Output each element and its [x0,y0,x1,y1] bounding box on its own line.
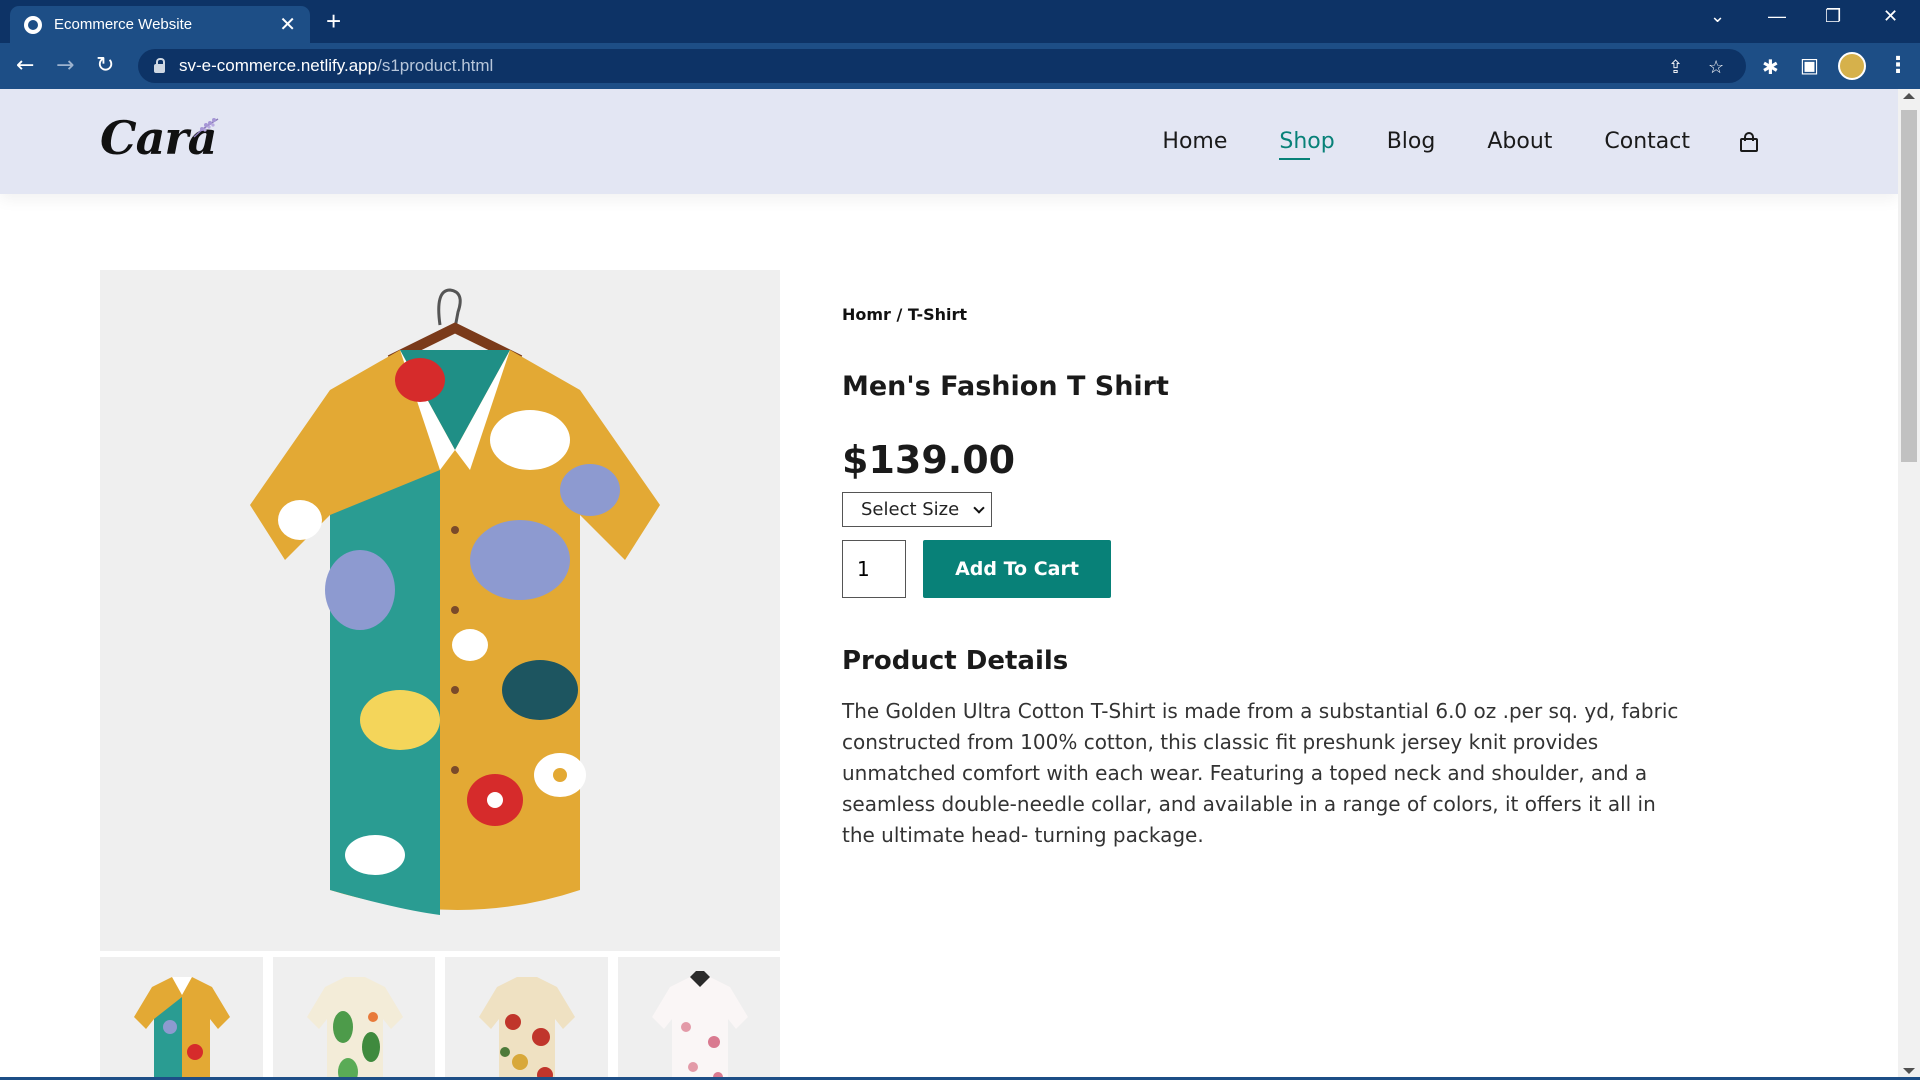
browser-tab[interactable]: Ecommerce Website ✕ [10,6,310,43]
product-details-heading: Product Details [842,646,1069,676]
globe-icon [24,15,42,34]
nav-contact[interactable]: Contact [1604,129,1690,154]
shopping-bag-icon[interactable] [1740,131,1758,152]
nav-blog[interactable]: Blog [1387,129,1436,154]
address-bar[interactable]: sv-e-commerce.netlify.app/s1product.html… [138,49,1746,83]
page-scrollbar[interactable] [1898,89,1920,1080]
thumbnail-red-floral-shirt[interactable] [445,957,608,1080]
product-description: The Golden Ultra Cotton T-Shirt is made … [842,699,1679,847]
reload-icon[interactable]: ↻ [96,53,114,79]
nav-shop[interactable]: Shop [1279,129,1335,160]
shirt-image [250,288,660,915]
back-arrow-icon[interactable]: ← [16,53,34,79]
browser-tab-bar: Ecommerce Website ✕ + ⌄ — ❐ ✕ [0,0,1920,43]
thumbnail-pink-floral-shirt[interactable] [617,957,780,1080]
cart-row: 1 Add To Cart [842,540,1702,598]
tab-search-icon[interactable]: ⌄ [1710,6,1725,27]
nav-about[interactable]: About [1487,129,1552,154]
browser-toolbar: ← → ↻ sv-e-commerce.netlify.app/s1produc… [0,43,1920,89]
close-tab-icon[interactable]: ✕ [279,15,296,35]
product-title: Men's Fashion T Shirt [842,371,1169,402]
tab-title: Ecommerce Website [54,16,193,33]
extensions-icon[interactable]: ✱ [1762,55,1779,79]
url-path: /s1product.html [377,56,494,75]
quantity-input[interactable]: 1 [842,540,906,598]
product-details: Homr / T-Shirt Men's Fashion T Shirt $13… [842,305,1702,851]
product-main-image [100,270,780,951]
share-icon[interactable]: ⇪ [1668,57,1683,78]
chevron-down-icon [973,501,985,514]
lock-icon [154,57,165,73]
thumbnail-colorful-shirt[interactable] [100,957,263,1080]
scroll-up-arrow-icon[interactable] [1903,93,1915,99]
close-window-button[interactable]: ✕ [1883,6,1898,27]
side-panel-icon[interactable]: ▣ [1800,53,1819,77]
size-select-value: Select Size [861,499,960,520]
page-viewport: Cara Home Shop Blog About Contact Homr /… [0,89,1898,1080]
scroll-down-arrow-icon[interactable] [1903,1068,1915,1074]
browser-menu-icon[interactable]: ⋮ [1887,53,1909,78]
thumbnail-strip [100,957,780,1080]
add-to-cart-button[interactable]: Add To Cart [923,540,1111,598]
product-price: $139.00 [842,438,1016,482]
star-icon[interactable]: ☆ [1708,57,1724,78]
lavender-sprig-icon [193,118,219,138]
thumbnail-green-leaf-shirt[interactable] [272,957,435,1080]
nav-home[interactable]: Home [1162,129,1227,154]
scrollbar-thumb[interactable] [1901,110,1917,462]
minimize-button[interactable]: — [1768,6,1786,27]
url-host: sv-e-commerce.netlify.app [179,56,378,75]
site-header: Cara Home Shop Blog About Contact [0,89,1898,194]
main-nav: Home Shop Blog About Contact [1110,89,1758,194]
profile-avatar[interactable] [1838,52,1866,80]
new-tab-button[interactable]: + [326,6,341,36]
breadcrumb: Homr / T-Shirt [842,305,968,324]
forward-arrow-icon[interactable]: → [56,53,74,79]
restore-button[interactable]: ❐ [1825,6,1841,27]
size-select[interactable]: Select Size [842,492,992,527]
